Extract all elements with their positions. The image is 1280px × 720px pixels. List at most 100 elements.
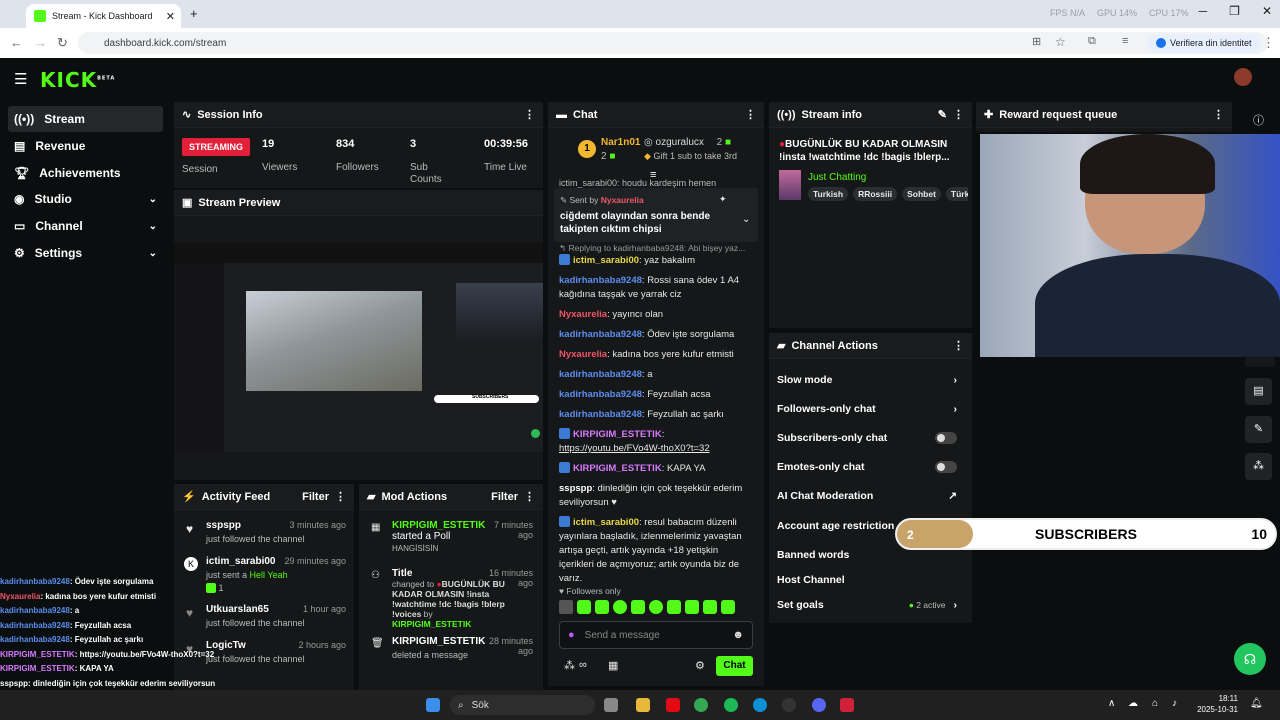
discord-icon[interactable] (812, 698, 826, 712)
chat-settings-icon[interactable]: ⚙ (695, 659, 705, 672)
file-explorer-icon[interactable] (636, 698, 650, 712)
chat-message[interactable]: Nyxaurelia: kadına bos yere kufur etmist… (559, 348, 754, 362)
points-icon[interactable]: ⁂ (564, 659, 575, 672)
slow-mode-row[interactable]: Slow mode › (769, 366, 965, 394)
emote-icon[interactable] (703, 600, 717, 614)
sidebar-item-studio[interactable]: ◉ Studio ⌄ (8, 186, 163, 212)
emote-icon[interactable] (667, 600, 681, 614)
pinned-message[interactable]: ✎ Sent by Nyxaurelia ✦ ⌄ ciğdemt olayınd… (554, 188, 758, 242)
media-icon[interactable]: ≡ (1122, 35, 1128, 47)
mic-icon[interactable]: ● (568, 629, 575, 641)
filter-button[interactable]: Filter (302, 491, 329, 503)
emote-icon[interactable] (685, 600, 699, 614)
chat-username[interactable]: ictim_sarabi00 (573, 517, 639, 528)
maximize-icon[interactable]: ❐ (1229, 4, 1240, 18)
chat-message[interactable]: kadirhanbaba9248: a (559, 368, 754, 382)
task-view-icon[interactable] (604, 698, 618, 712)
tag[interactable]: Türk (945, 187, 968, 201)
youtube-icon[interactable] (840, 698, 854, 712)
tag[interactable]: RRossiii (853, 187, 898, 201)
infinity-icon[interactable]: ∞ (579, 659, 587, 671)
info-icon[interactable]: ⓘ (1253, 112, 1264, 128)
hamburger-menu-icon[interactable]: ☰ (14, 70, 27, 88)
category-name[interactable]: Just Chatting (808, 172, 866, 183)
host-channel-row[interactable]: Host Channel (769, 566, 965, 594)
bookmark-icon[interactable]: ☆ (1055, 35, 1066, 49)
more-options-icon[interactable]: ⋮ (524, 490, 535, 503)
more-options-icon[interactable]: ⋮ (953, 108, 964, 121)
reload-icon[interactable]: ↻ (57, 35, 68, 51)
chat-username[interactable]: KIRPIGIM_ESTETIK (573, 463, 662, 474)
chevron-down-icon[interactable]: ⌄ (742, 214, 750, 225)
chat-username[interactable]: sspspp (559, 483, 592, 494)
chat-username[interactable]: ictim_sarabi00 (573, 255, 639, 266)
more-options-icon[interactable]: ⋮ (524, 108, 535, 121)
emote-icon[interactable] (649, 600, 663, 614)
ai-moderation-row[interactable]: AI Chat Moderation ↗ (769, 482, 965, 510)
back-icon[interactable]: ← (10, 35, 23, 50)
browser-tab[interactable]: Stream - Kick Dashboard ✕ (26, 4, 181, 28)
chat-input[interactable]: ● Send a message ☻ (559, 621, 753, 649)
sidebar-item-stream[interactable]: ((•)) Stream (8, 106, 163, 132)
chat-message[interactable]: kadirhanbaba9248: Ödev işte sorgulama (559, 328, 754, 342)
chat-username[interactable]: Nyxaurelia (559, 349, 607, 360)
stream-preview-video[interactable]: SUBSCRIBERS (174, 243, 543, 452)
more-options-icon[interactable]: ⋮ (335, 490, 346, 503)
sidebar-item-achievements[interactable]: 🏆︎ Achievements (8, 160, 163, 186)
emote-icon[interactable] (631, 600, 645, 614)
chat-message[interactable]: Nyxaurelia: yayıncı olan (559, 308, 754, 322)
obs-icon[interactable] (782, 698, 796, 712)
emoji-icon[interactable]: ☻ (732, 629, 744, 641)
kick-logo[interactable]: KICKBETA (40, 68, 115, 92)
sidebar-item-channel[interactable]: ▭ Channel ⌄ (8, 213, 163, 239)
browser-menu-icon[interactable]: ⋮ (1262, 35, 1275, 51)
chat-message[interactable]: ictim_sarabi00: resul babacım düzenli ya… (559, 516, 754, 586)
emote-icon[interactable] (595, 600, 609, 614)
new-tab-icon[interactable]: + (190, 6, 198, 21)
extensions-icon[interactable]: ⧉ (1088, 35, 1096, 48)
support-headset-icon[interactable]: ☊ (1234, 643, 1266, 675)
sidebar-item-revenue[interactable]: ▤ Revenue (8, 133, 163, 159)
emotes-only-toggle[interactable] (935, 461, 957, 473)
edit-icon[interactable]: ✎ (938, 108, 947, 121)
verify-identity-button[interactable]: Verifiera din identitet (1148, 34, 1260, 52)
emote-icon[interactable] (559, 600, 573, 614)
cloud-icon[interactable]: ☁ (1128, 698, 1138, 709)
tag[interactable]: Sohbet (902, 187, 941, 201)
send-chat-button[interactable]: Chat (716, 656, 753, 676)
chat-message[interactable]: ictim_sarabi00: yaz bakalım (559, 254, 754, 268)
translate-icon[interactable]: ⊞ (1032, 35, 1041, 48)
followers-only-row[interactable]: Followers-only chat › (769, 395, 965, 423)
set-goals-row[interactable]: Set goals ● 2 active › (769, 591, 965, 619)
volume-icon[interactable]: ♪ (1172, 698, 1177, 709)
chat-username[interactable]: kadirhanbaba9248 (559, 409, 642, 420)
sidebar-item-settings[interactable]: ⚙ Settings ⌄ (8, 240, 163, 266)
windows-start-icon[interactable] (426, 698, 440, 712)
netflix-icon[interactable] (666, 698, 680, 712)
unpin-icon[interactable]: ✦ (719, 194, 727, 205)
layout-icon[interactable]: ▤ (1245, 378, 1272, 405)
chat-username[interactable]: kadirhanbaba9248 (559, 369, 642, 380)
tray-chevron-icon[interactable]: ∧ (1108, 698, 1115, 709)
chat-message[interactable]: kadirhanbaba9248: Feyzullah ac şarkı (559, 408, 754, 422)
taskbar-search[interactable]: ⌕ Sök (450, 695, 595, 715)
chat-username[interactable]: KIRPIGIM_ESTETIK (573, 429, 662, 440)
close-tab-icon[interactable]: ✕ (166, 10, 175, 23)
emote-icon[interactable] (613, 600, 627, 614)
chat-username[interactable]: Nyxaurelia (559, 309, 607, 320)
chat-message[interactable]: kadirhanbaba9248: Rossi sana ödev 1 A4 k… (559, 274, 754, 302)
widgets-icon[interactable]: ⁂ (1245, 453, 1272, 480)
store-icon[interactable]: ▦ (608, 659, 618, 672)
chat-message[interactable]: KIRPIGIM_ESTETIK: KAPA YA (559, 462, 754, 476)
chat-message[interactable]: sspspp: dinlediğin için çok teşekkür ede… (559, 482, 754, 510)
wrench-icon[interactable]: ✎ (1245, 416, 1272, 443)
emote-icon[interactable] (577, 600, 591, 614)
spotify-icon[interactable] (724, 698, 738, 712)
subscribers-only-toggle[interactable] (935, 432, 957, 444)
notification-bell-icon[interactable]: 🔔︎ (1250, 698, 1263, 709)
chrome-icon[interactable] (694, 698, 708, 712)
filter-button[interactable]: Filter (491, 491, 518, 503)
close-window-icon[interactable]: ✕ (1262, 4, 1272, 18)
chat-username[interactable]: kadirhanbaba9248 (559, 275, 642, 286)
user-avatar[interactable] (1234, 68, 1252, 86)
